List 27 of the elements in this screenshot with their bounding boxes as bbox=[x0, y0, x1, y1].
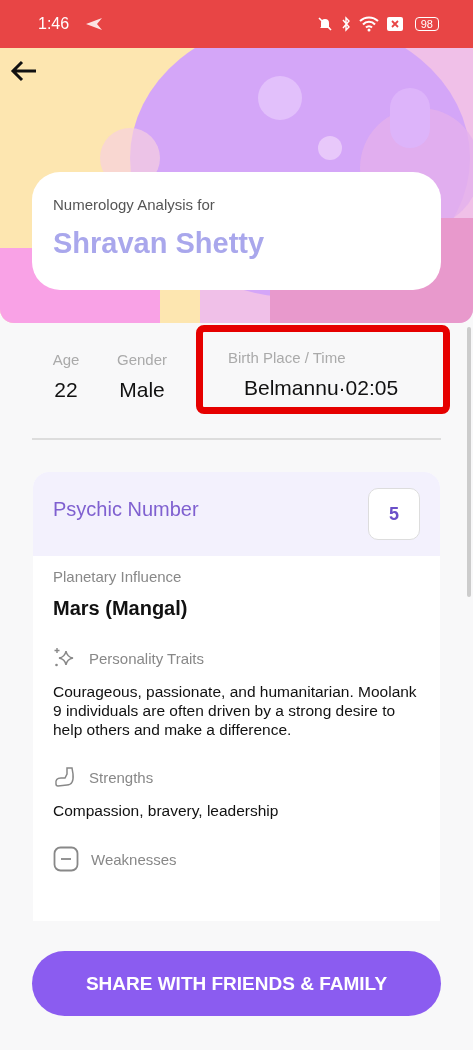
bluetooth-icon bbox=[340, 16, 351, 32]
minus-square-icon bbox=[53, 846, 79, 872]
section-title: Weaknesses bbox=[91, 850, 177, 868]
navigation-icon bbox=[85, 17, 104, 31]
section-title: Personality Traits bbox=[89, 649, 205, 667]
close-box-icon bbox=[386, 17, 403, 31]
number-badge: 5 bbox=[368, 488, 420, 540]
detail-value: 22 bbox=[54, 378, 78, 402]
detail-value: Male bbox=[119, 378, 165, 402]
card-subtitle: Numerology Analysis for bbox=[53, 196, 216, 213]
share-button[interactable]: SHARE WITH FRIENDS & FAMILY bbox=[32, 951, 441, 1016]
detail-label: Age bbox=[52, 351, 80, 368]
section-text: Courageous, passionate, and humanitarian. Moolank 9 individuals are often driven by a strong desire to help others and make a difference. bbox=[53, 682, 418, 739]
flexed-arm-icon bbox=[53, 765, 77, 789]
battery-indicator: 98 bbox=[414, 17, 439, 31]
planet-name: Mars (Mangal) bbox=[53, 597, 189, 620]
section-title: Strengths bbox=[89, 768, 154, 786]
detail-label: Birth Place / Time bbox=[228, 349, 346, 366]
wifi-icon bbox=[358, 16, 379, 32]
status-time: 1:46 bbox=[38, 15, 70, 33]
detail-value: Belmannu·02:05 bbox=[243, 376, 399, 400]
muted-bell-icon bbox=[316, 16, 333, 32]
person-name: Shravan Shetty bbox=[53, 227, 266, 260]
section-text: Compassion, bravery, leadership bbox=[53, 801, 280, 820]
planet-label: Planetary Influence bbox=[53, 568, 183, 585]
card-title: Psychic Number bbox=[53, 497, 199, 521]
detail-label: Gender bbox=[116, 351, 167, 368]
